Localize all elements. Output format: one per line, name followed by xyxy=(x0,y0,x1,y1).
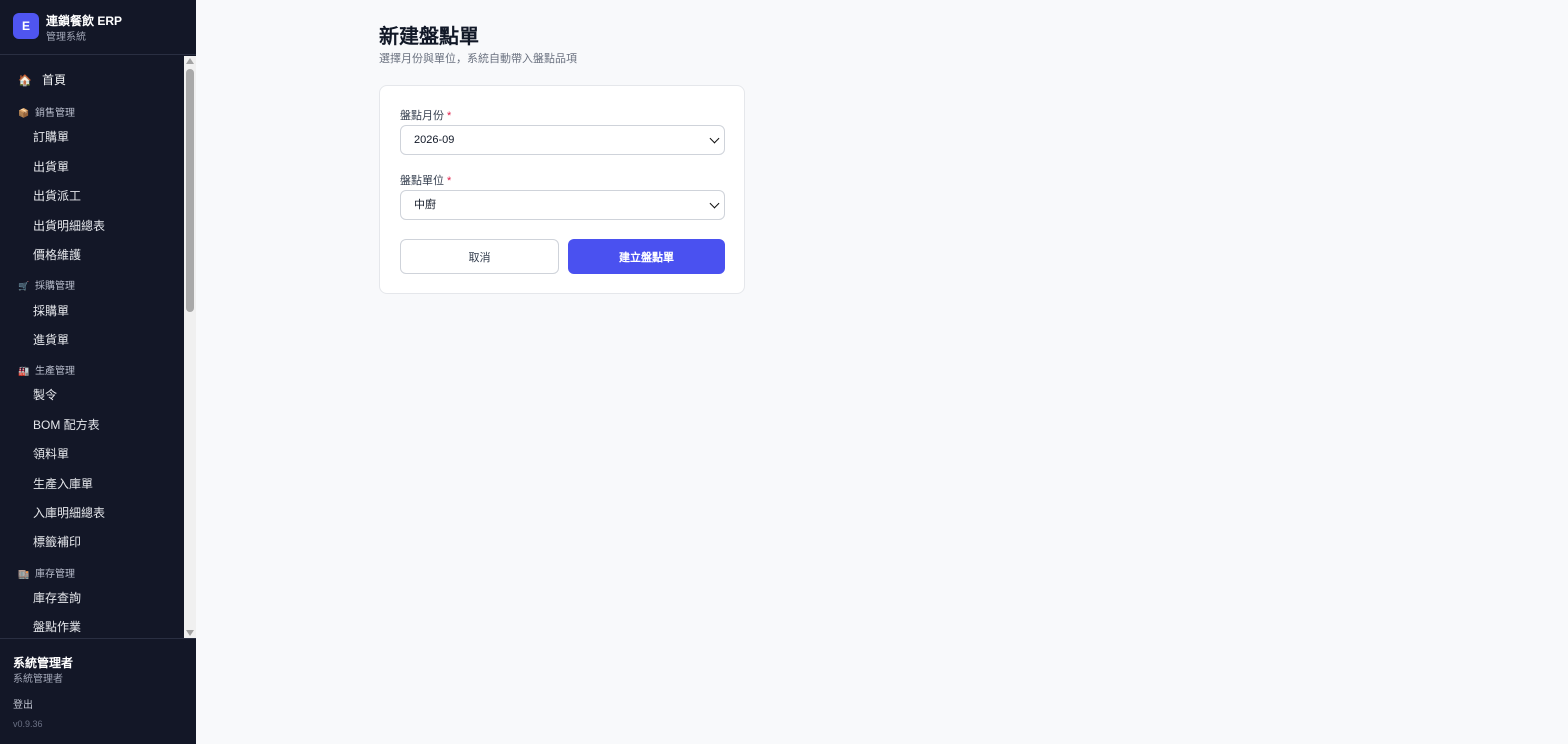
sidebar-item-label-reprint[interactable]: 標籤補印 xyxy=(33,532,81,552)
chevron-down-icon xyxy=(709,133,720,144)
chevron-down-icon xyxy=(709,198,720,209)
sidebar-nav: 🏠 首頁 📦 銷售管理 訂購單 出貨單 出貨派工 出貨明細總表 價格維護 🛒 採購管理… xyxy=(0,56,184,638)
month-select-value: 2026-09 xyxy=(414,134,455,146)
unit-label-text: 盤點單位 xyxy=(400,175,444,187)
brand-subtitle: 管理系統 xyxy=(46,32,86,43)
cancel-button[interactable]: 取消 xyxy=(400,239,559,274)
month-field-label: 盤點月份 * xyxy=(400,107,451,123)
sidebar-item-receiving[interactable]: 進貨單 xyxy=(33,330,69,350)
unit-select-value: 中廚 xyxy=(414,199,436,211)
sidebar-item-bom[interactable]: BOM 配方表 xyxy=(33,415,100,435)
nav-group-label: 銷售管理 xyxy=(35,108,75,119)
sidebar-footer: 系統管理者 系統管理者 登出 v0.9.36 xyxy=(0,638,196,744)
nav-group-label: 生產管理 xyxy=(35,366,75,377)
box-icon: 📦 xyxy=(18,108,30,118)
sidebar-item-procurement-order[interactable]: 採購單 xyxy=(33,301,69,321)
nav-group-label: 採購管理 xyxy=(35,281,75,292)
app-version: v0.9.36 xyxy=(13,719,43,729)
sidebar-item-work-order[interactable]: 製令 xyxy=(33,385,57,405)
sidebar-item-home[interactable]: 🏠 首頁 xyxy=(18,70,66,90)
sidebar-item-material-requisition[interactable]: 領料單 xyxy=(33,444,69,464)
unit-field-label: 盤點單位 * xyxy=(400,172,451,188)
nav-group-production: 🏭 生產管理 xyxy=(18,363,75,379)
month-select[interactable]: 2026-09 xyxy=(400,125,725,155)
required-mark: * xyxy=(447,110,452,122)
month-label-text: 盤點月份 xyxy=(400,110,444,122)
sidebar-item-shipment-dispatch[interactable]: 出貨派工 xyxy=(33,186,81,206)
sidebar-item-price-maintenance[interactable]: 價格維護 xyxy=(33,245,81,265)
sidebar-item-receipt-summary[interactable]: 入庫明細總表 xyxy=(33,503,105,523)
logout-link[interactable]: 登出 xyxy=(13,696,33,711)
nav-group-procurement: 🛒 採購管理 xyxy=(18,278,75,294)
sidebar-item-inventory-query[interactable]: 庫存查詢 xyxy=(33,588,81,608)
nav-group-label: 庫存管理 xyxy=(35,569,75,580)
sidebar-item-purchase-order[interactable]: 訂購單 xyxy=(33,127,69,147)
sidebar-item-shipment[interactable]: 出貨單 xyxy=(33,157,69,177)
brand-logo: E xyxy=(13,13,39,39)
nav-group-inventory: 🏬 庫存管理 xyxy=(18,566,75,582)
sidebar-scrollbar[interactable] xyxy=(184,56,196,638)
sidebar-item-production-receipt[interactable]: 生產入庫單 xyxy=(33,474,93,494)
unit-select[interactable]: 中廚 xyxy=(400,190,725,220)
create-stocktake-button[interactable]: 建立盤點單 xyxy=(568,239,725,274)
user-name: 系統管理者 xyxy=(13,656,74,670)
sidebar: E 連鎖餐飲 ERP 管理系統 🏠 首頁 📦 銷售管理 訂購單 出貨單 出貨派工 出… xyxy=(0,0,196,744)
page-subtitle: 選擇月份與單位，系統自動帶入盤點品項 xyxy=(379,53,577,65)
warehouse-icon: 🏬 xyxy=(18,569,30,579)
brand-header: E 連鎖餐飲 ERP 管理系統 xyxy=(0,0,196,55)
factory-icon: 🏭 xyxy=(18,366,30,376)
scroll-down-arrow-icon[interactable] xyxy=(186,630,194,636)
sidebar-item-label: 首頁 xyxy=(42,73,67,87)
required-mark: * xyxy=(447,175,452,187)
scrollbar-thumb[interactable] xyxy=(186,69,194,312)
scroll-up-arrow-icon[interactable] xyxy=(186,58,194,64)
user-role: 系統管理者 xyxy=(13,674,63,685)
house-icon: 🏠 xyxy=(18,75,32,87)
brand-title: 連鎖餐飲 ERP xyxy=(46,14,123,28)
sidebar-item-shipment-summary[interactable]: 出貨明細總表 xyxy=(33,216,105,236)
sidebar-item-stocktake[interactable]: 盤點作業 xyxy=(33,617,81,637)
nav-group-sales: 📦 銷售管理 xyxy=(18,105,75,121)
cart-icon: 🛒 xyxy=(18,281,30,291)
page-title: 新建盤點單 xyxy=(379,26,479,48)
stocktake-form-card: 盤點月份 * 2026-09 盤點單位 * 中廚 取消 建立盤點單 xyxy=(379,85,745,294)
